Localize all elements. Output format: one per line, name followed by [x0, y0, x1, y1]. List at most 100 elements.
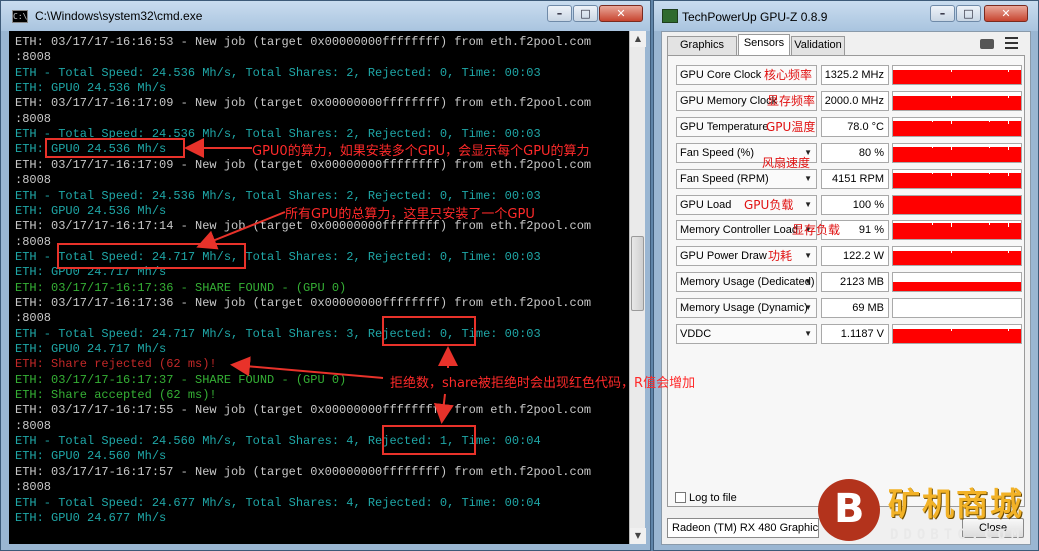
sensor-graph-dip	[913, 66, 914, 68]
sensor-graph-dip	[1008, 117, 1009, 124]
gpuz-maximize-button[interactable]: □	[956, 5, 981, 22]
console-line: :8008	[15, 173, 52, 188]
sensor-graph-dip	[970, 247, 971, 250]
sensor-graph-fill	[893, 69, 1021, 84]
sensor-graph-dip	[1008, 273, 1009, 280]
sensor-graph-dip	[951, 273, 952, 280]
sensor-graph-dip	[913, 91, 914, 94]
cmd-close-button[interactable]: ✕	[599, 5, 643, 22]
sensor-graph-dip	[989, 247, 990, 252]
gpuz-window-title: TechPowerUp GPU-Z 0.8.9	[682, 10, 828, 24]
console-line: ETH: Share accepted (62 ms)!	[15, 388, 217, 403]
console-icon: C:\	[12, 10, 28, 23]
checkbox-icon[interactable]	[675, 492, 686, 503]
watermark-logo: B	[818, 479, 880, 541]
sensor-graph	[892, 194, 1022, 215]
gpuz-close-button[interactable]: ✕	[984, 5, 1028, 22]
gpuz-titlebar[interactable]: TechPowerUp GPU-Z 0.8.9 – □ ✕	[654, 1, 1038, 31]
sensor-value: 4151 RPM	[821, 168, 889, 189]
sensor-graph	[892, 142, 1022, 163]
sensor-graph-dip	[970, 66, 971, 68]
console-line: ETH: Share rejected (62 ms)!	[15, 357, 217, 372]
sensor-graph-dip	[913, 247, 914, 250]
sensor-graph	[892, 246, 1022, 267]
sensor-graph-dip	[951, 247, 952, 254]
sensor-graph-fill	[893, 223, 1021, 240]
console-line: ETH: 03/17/17-16:17:09 - New job (target…	[15, 157, 592, 172]
sensor-graph-dip	[970, 143, 971, 146]
sensor-label-text: GPU Load	[680, 198, 732, 211]
sensor-graph-dip	[913, 273, 914, 276]
log-to-file-label: Log to file	[689, 492, 737, 504]
sensor-label-text: Fan Speed (RPM)	[680, 172, 769, 185]
sensor-label[interactable]: Memory Usage (Dedicated) ▼	[676, 272, 817, 293]
console-line: ETH: 03/17/17-16:17:57 - New job (target…	[15, 464, 592, 479]
sensor-annotation: 功耗	[768, 249, 793, 264]
sensor-annotation: GPU负载	[744, 197, 794, 212]
scroll-down-icon[interactable]: ▼	[630, 528, 646, 544]
scrollbar-thumb[interactable]	[631, 236, 644, 311]
console-line: ETH: 03/17/17-16:17:09 - New job (target…	[15, 96, 592, 111]
tab-graphics-card[interactable]: Graphics Card	[667, 36, 737, 68]
annotation-rejected: 拒绝数，share被拒绝时会出现红色代码，R值会增加	[390, 376, 696, 391]
console-line: :8008	[15, 311, 52, 326]
console-line: :8008	[15, 50, 52, 65]
annotation-total: 所有GPU的总算力，这里只安装了一个GPU	[285, 207, 535, 222]
gpuz-minimize-button[interactable]: –	[930, 5, 955, 22]
sensor-graph-dip	[989, 91, 990, 96]
camera-icon[interactable]	[980, 39, 994, 49]
sensor-graph-dip	[989, 325, 990, 329]
sensor-label-text: Memory Usage (Dynamic)	[680, 302, 808, 315]
sensor-graph-dip	[951, 169, 952, 176]
cmd-maximize-button[interactable]: □	[573, 5, 598, 22]
sensor-graph-dip	[932, 66, 933, 70]
console-line: ETH - Total Speed: 24.677 Mh/s, Total Sh…	[15, 495, 541, 510]
sensor-graph-dip	[951, 91, 952, 98]
sensor-graph-dip	[951, 325, 952, 331]
console-line: :8008	[15, 111, 52, 126]
sensor-graph-dip	[1008, 221, 1009, 228]
sensor-label-text: Memory Usage (Dedicated)	[680, 276, 815, 289]
sensor-graph-dip	[913, 143, 914, 146]
cmd-scrollbar[interactable]: ▲ ▼	[629, 31, 646, 544]
log-to-file-checkbox[interactable]: Log to file	[675, 492, 737, 504]
chevron-down-icon[interactable]: ▼	[804, 273, 812, 291]
sensor-value: 69 MB	[821, 298, 889, 319]
graphics-card-select[interactable]: Radeon (TM) RX 480 Graphics	[667, 518, 819, 538]
console-line: ETH: GPU0 24.677 Mh/s	[15, 510, 167, 525]
menu-icon[interactable]	[1005, 37, 1018, 49]
sensor-label[interactable]: Memory Usage (Dynamic) ▼	[676, 298, 817, 319]
scroll-up-icon[interactable]: ▲	[630, 31, 646, 47]
sensor-graph-dip	[1008, 247, 1009, 254]
cmd-minimize-button[interactable]: –	[547, 5, 572, 22]
highlight-gpu0-speed	[45, 138, 185, 158]
tab-validation[interactable]: Validation	[791, 36, 845, 55]
console-output[interactable]: ETH: 03/17/17-16:16:53 - New job (target…	[9, 31, 629, 544]
sensor-graph-fill	[893, 147, 1021, 162]
sensor-label[interactable]: GPU Power Draw ▼	[676, 246, 817, 267]
sensor-graph-dip	[932, 91, 933, 96]
cmd-titlebar[interactable]: C:\ C:\Windows\system32\cmd.exe – □ ✕	[1, 1, 650, 31]
sensor-graph-dip	[989, 66, 990, 70]
sensor-graph	[892, 220, 1022, 241]
sensor-label[interactable]: Fan Speed (RPM) ▼	[676, 168, 817, 189]
chevron-down-icon[interactable]: ▼	[804, 170, 812, 188]
watermark-subtitle: DDOBTC.COM	[890, 527, 1025, 543]
sensor-graph	[892, 90, 1022, 111]
chevron-down-icon[interactable]: ▼	[804, 247, 812, 265]
console-line: ETH: GPU0 24.560 Mh/s	[15, 449, 167, 464]
sensor-graph-dip	[989, 273, 990, 278]
console-line: ETH: 03/17/17-16:17:36 - New job (target…	[15, 295, 592, 310]
sensor-value: 100 %	[821, 194, 889, 215]
sensor-annotation: 显存频率	[767, 93, 816, 108]
chevron-down-icon[interactable]: ▼	[804, 325, 812, 343]
chevron-down-icon[interactable]: ▼	[804, 299, 812, 317]
tab-sensors[interactable]: Sensors	[738, 34, 790, 56]
sensor-label[interactable]: VDDC ▼	[676, 324, 817, 344]
chevron-down-icon[interactable]: ▼	[804, 196, 812, 214]
sensor-row: VDDC ▼ 1.1187 V	[676, 324, 1024, 344]
sensor-row: Fan Speed (RPM) ▼ 4151 RPM 风扇速度	[676, 156, 1024, 189]
sensor-graph-dip	[913, 325, 914, 327]
sensor-graph	[892, 298, 1022, 319]
watermark-title: 矿机商城	[888, 485, 1025, 523]
